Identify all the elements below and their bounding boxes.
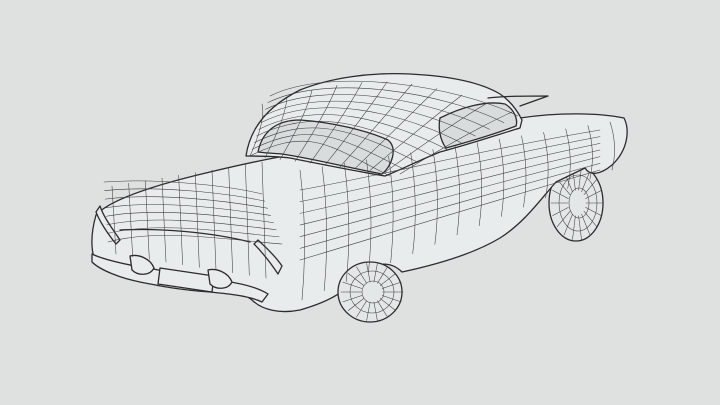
rear-wheel	[337, 261, 404, 323]
wireframe-viewport[interactable]	[0, 0, 720, 405]
car-wireframe-render	[91, 73, 628, 323]
